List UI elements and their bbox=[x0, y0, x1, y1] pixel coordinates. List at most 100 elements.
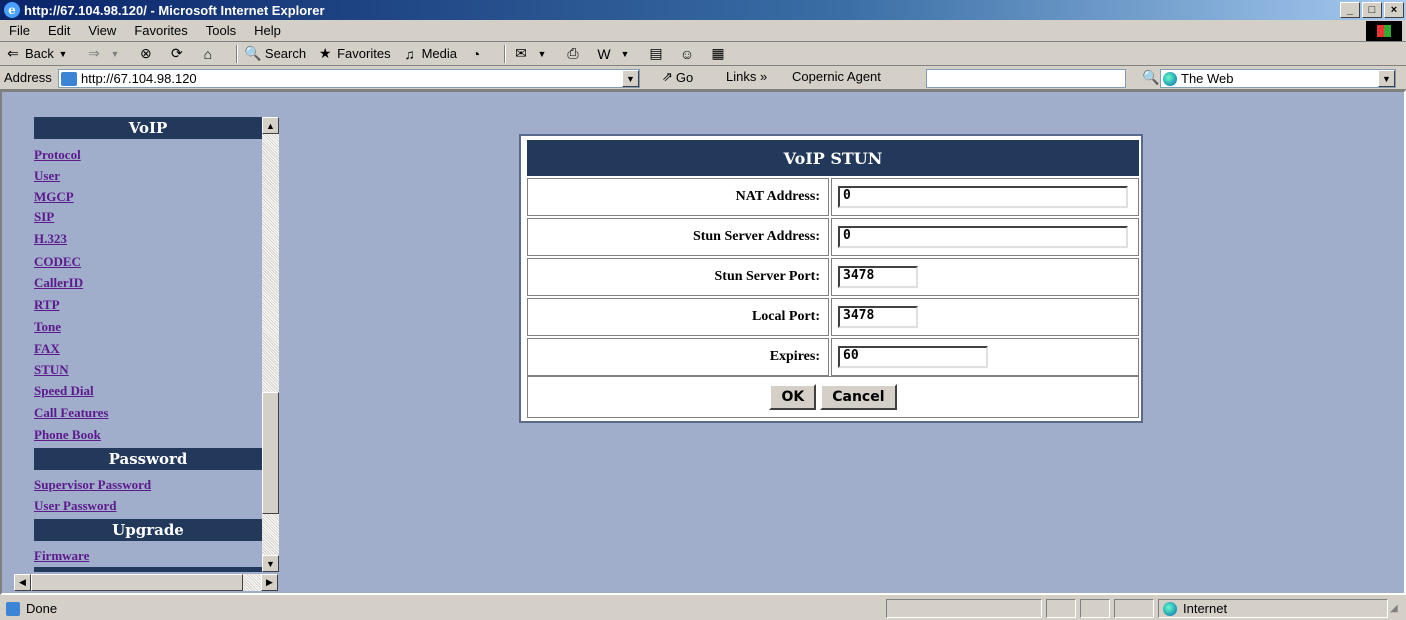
nav-link-fax[interactable]: FAX bbox=[34, 341, 60, 357]
back-dropdown-icon[interactable]: ▼ bbox=[54, 45, 72, 63]
expires-input[interactable]: 60 bbox=[838, 346, 988, 368]
refresh-button[interactable]: ⟳ bbox=[168, 45, 189, 63]
history-button[interactable]: ◔ bbox=[467, 45, 488, 63]
nav-link-user-password[interactable]: User Password bbox=[34, 498, 116, 514]
scroll-thumb[interactable] bbox=[262, 392, 279, 514]
menu-bar: File Edit View Favorites Tools Help bbox=[0, 20, 1406, 42]
section-next-header bbox=[34, 567, 262, 572]
nav-link-callerid[interactable]: CallerID bbox=[34, 275, 83, 291]
nav-link-speed-dial[interactable]: Speed Dial bbox=[34, 383, 94, 399]
stun-server-port-input[interactable]: 3478 bbox=[838, 266, 918, 288]
research-button[interactable]: ▦ bbox=[709, 45, 730, 63]
internet-zone-icon bbox=[1163, 601, 1177, 616]
close-button[interactable]: × bbox=[1384, 2, 1404, 18]
nav-link-user[interactable]: User bbox=[34, 168, 60, 184]
refresh-icon: ⟳ bbox=[171, 45, 183, 61]
nav-link-mgcp[interactable]: MGCP bbox=[34, 189, 74, 205]
windows-logo-icon bbox=[1366, 21, 1402, 41]
go-arrow-icon: ⇗ bbox=[662, 69, 673, 84]
status-text: Done bbox=[26, 601, 58, 616]
title-bar: e http://67.104.98.120/ - Microsoft Inte… bbox=[0, 0, 1406, 20]
status-bar: Done Internet ◢ bbox=[0, 597, 1406, 620]
form-row: Stun Server Port: 3478 bbox=[527, 258, 1139, 296]
copernic-search-input[interactable] bbox=[926, 69, 1126, 88]
media-button[interactable]: ♫ Media bbox=[401, 45, 457, 63]
go-label: Go bbox=[675, 69, 694, 85]
back-button[interactable]: ⇐ Back ▼ bbox=[4, 45, 75, 63]
nav-link-call-features[interactable]: Call Features bbox=[34, 405, 109, 421]
mail-button[interactable]: ✉ ▼ bbox=[512, 45, 554, 63]
toolbar-separator bbox=[235, 44, 238, 63]
nav-link-stun[interactable]: STUN bbox=[34, 362, 69, 378]
search-label: Search bbox=[264, 46, 307, 61]
discuss-button[interactable]: ▤ bbox=[647, 45, 668, 63]
edit-button[interactable]: W ▼ bbox=[595, 45, 637, 63]
media-icon: ♫ bbox=[404, 45, 415, 62]
status-text-cell: Done bbox=[2, 599, 882, 618]
magnifier-icon[interactable]: 🔍 bbox=[1142, 69, 1159, 86]
stun-server-address-input[interactable]: 0 bbox=[838, 226, 1128, 248]
resize-grip-icon[interactable]: ◢ bbox=[1390, 603, 1398, 614]
address-input[interactable]: http://67.104.98.120 bbox=[58, 69, 640, 88]
nav-link-tone[interactable]: Tone bbox=[34, 319, 61, 335]
print-button[interactable]: ⎙ bbox=[564, 45, 585, 63]
globe-icon bbox=[1163, 71, 1177, 86]
favorites-label: Favorites bbox=[337, 46, 391, 61]
scroll-left-icon[interactable]: ◀ bbox=[14, 574, 31, 591]
nav-link-firmware[interactable]: Firmware bbox=[34, 548, 89, 564]
hscroll-thumb[interactable] bbox=[31, 574, 243, 591]
scroll-down-icon[interactable]: ▼ bbox=[262, 555, 279, 572]
nav-frame: VoIP Protocol User MGCP SIP H.323 CODEC … bbox=[16, 117, 262, 572]
nat-address-input[interactable]: 0 bbox=[838, 186, 1128, 208]
cancel-button[interactable]: Cancel bbox=[820, 384, 897, 410]
toolbar-separator bbox=[504, 44, 506, 63]
search-scope-dropdown-icon[interactable]: ▼ bbox=[1378, 70, 1395, 87]
address-dropdown-icon[interactable]: ▼ bbox=[622, 70, 639, 87]
address-bar: Address http://67.104.98.120 ▼ ⇗ Go Link… bbox=[0, 66, 1406, 90]
minimize-button[interactable]: _ bbox=[1340, 2, 1360, 18]
expires-cell: 60 bbox=[831, 338, 1139, 376]
menu-tools[interactable]: Tools bbox=[197, 23, 245, 38]
messenger-button[interactable]: ☺ bbox=[678, 45, 699, 63]
stop-button[interactable]: ⊗ bbox=[137, 45, 158, 63]
nav-link-sip[interactable]: SIP bbox=[34, 209, 54, 225]
scroll-up-icon[interactable]: ▲ bbox=[262, 117, 279, 134]
nav-link-h323[interactable]: H.323 bbox=[34, 231, 67, 247]
favorites-icon: ★ bbox=[318, 45, 332, 61]
menu-view[interactable]: View bbox=[79, 23, 125, 38]
edit-icon: W bbox=[597, 45, 611, 62]
nav-link-supervisor-password[interactable]: Supervisor Password bbox=[34, 477, 151, 493]
scroll-right-icon[interactable]: ▶ bbox=[261, 574, 278, 591]
menu-edit[interactable]: Edit bbox=[39, 23, 79, 38]
menu-favorites[interactable]: Favorites bbox=[125, 23, 196, 38]
maximize-button[interactable]: □ bbox=[1362, 2, 1382, 18]
nav-link-phone-book[interactable]: Phone Book bbox=[34, 427, 101, 443]
menu-help[interactable]: Help bbox=[245, 23, 290, 38]
progress-cell bbox=[886, 599, 1042, 618]
home-button[interactable]: ⌂ bbox=[199, 45, 220, 63]
nat-address-label: NAT Address: bbox=[527, 178, 829, 216]
edit-dropdown-icon[interactable]: ▼ bbox=[616, 45, 634, 63]
mail-dropdown-icon[interactable]: ▼ bbox=[533, 45, 551, 63]
favorites-button[interactable]: ★ Favorites bbox=[316, 45, 391, 63]
go-button[interactable]: ⇗ Go bbox=[662, 69, 693, 85]
nav-horizontal-scrollbar[interactable]: ◀ ▶ bbox=[14, 574, 278, 591]
nat-address-cell: 0 bbox=[831, 178, 1139, 216]
menu-file[interactable]: File bbox=[0, 23, 39, 38]
nav-link-rtp[interactable]: RTP bbox=[34, 297, 60, 313]
media-label: Media bbox=[421, 46, 457, 61]
forward-button[interactable]: ⇒ ▼ bbox=[85, 45, 127, 63]
forward-dropdown-icon[interactable]: ▼ bbox=[106, 45, 124, 63]
links-button[interactable]: Links » bbox=[726, 69, 767, 84]
nav-link-protocol[interactable]: Protocol bbox=[34, 147, 81, 163]
nav-link-codec[interactable]: CODEC bbox=[34, 254, 81, 270]
local-port-input[interactable]: 3478 bbox=[838, 306, 918, 328]
nav-vertical-scrollbar[interactable]: ▲ ▼ bbox=[262, 117, 279, 572]
forward-arrow-icon: ⇒ bbox=[88, 45, 100, 61]
search-scope-select[interactable]: The Web bbox=[1160, 69, 1396, 88]
form-row: Expires: 60 bbox=[527, 338, 1139, 376]
ok-button[interactable]: OK bbox=[769, 384, 817, 410]
back-arrow-icon: ⇐ bbox=[7, 45, 19, 61]
mail-icon: ✉ bbox=[515, 45, 527, 61]
search-button[interactable]: 🔍 Search bbox=[244, 45, 306, 63]
